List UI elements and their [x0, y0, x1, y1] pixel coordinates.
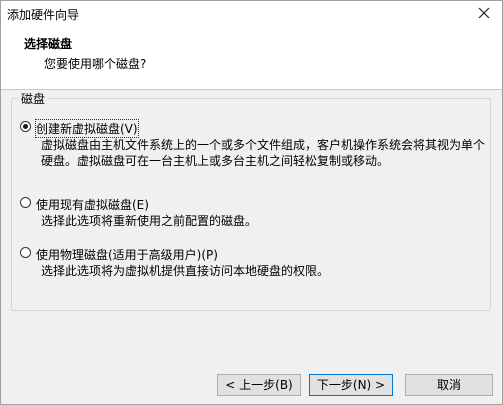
option-label-create-new-disk[interactable]: 创建新虚拟磁盘(V) [35, 119, 139, 138]
option-desc-use-physical-disk: 选择此选项将为虚拟机提供直接访问本地硬盘的权限。 [41, 264, 330, 278]
option-desc-use-existing-disk: 选择此选项将重新使用之前配置的磁盘。 [41, 214, 258, 228]
option-desc-create-new-disk: 虚拟磁盘由主机文件系统上的一个或多个文件组成，客户机操作系统会将其视为单个硬盘。… [41, 138, 486, 168]
page-subtitle: 您要使用哪个磁盘? [44, 57, 147, 71]
close-icon[interactable] [476, 5, 492, 21]
radio-use-physical-disk[interactable] [20, 247, 31, 258]
title-bar: 添加硬件向导 [1, 1, 502, 27]
groupbox-label: 磁盘 [18, 90, 49, 107]
wizard-window: 添加硬件向导 选择磁盘 您要使用哪个磁盘? 磁盘 创建新虚拟磁盘(V) 虚拟磁盘… [0, 0, 503, 405]
wizard-header: 选择磁盘 您要使用哪个磁盘? [1, 27, 502, 90]
window-title: 添加硬件向导 [7, 8, 80, 22]
page-title: 选择磁盘 [24, 37, 73, 51]
option-label-use-existing-disk[interactable]: 使用现有虚拟磁盘(E) [36, 196, 149, 213]
option-label-use-physical-disk[interactable]: 使用物理磁盘(适用于高级用户)(P) [36, 246, 218, 263]
radio-use-existing-disk[interactable] [20, 197, 31, 208]
radio-create-new-disk[interactable] [20, 121, 31, 132]
cancel-button[interactable]: 取消 [405, 374, 493, 396]
next-button[interactable]: 下一步(N) > [309, 374, 393, 396]
back-button[interactable]: < 上一步(B) [217, 374, 301, 396]
